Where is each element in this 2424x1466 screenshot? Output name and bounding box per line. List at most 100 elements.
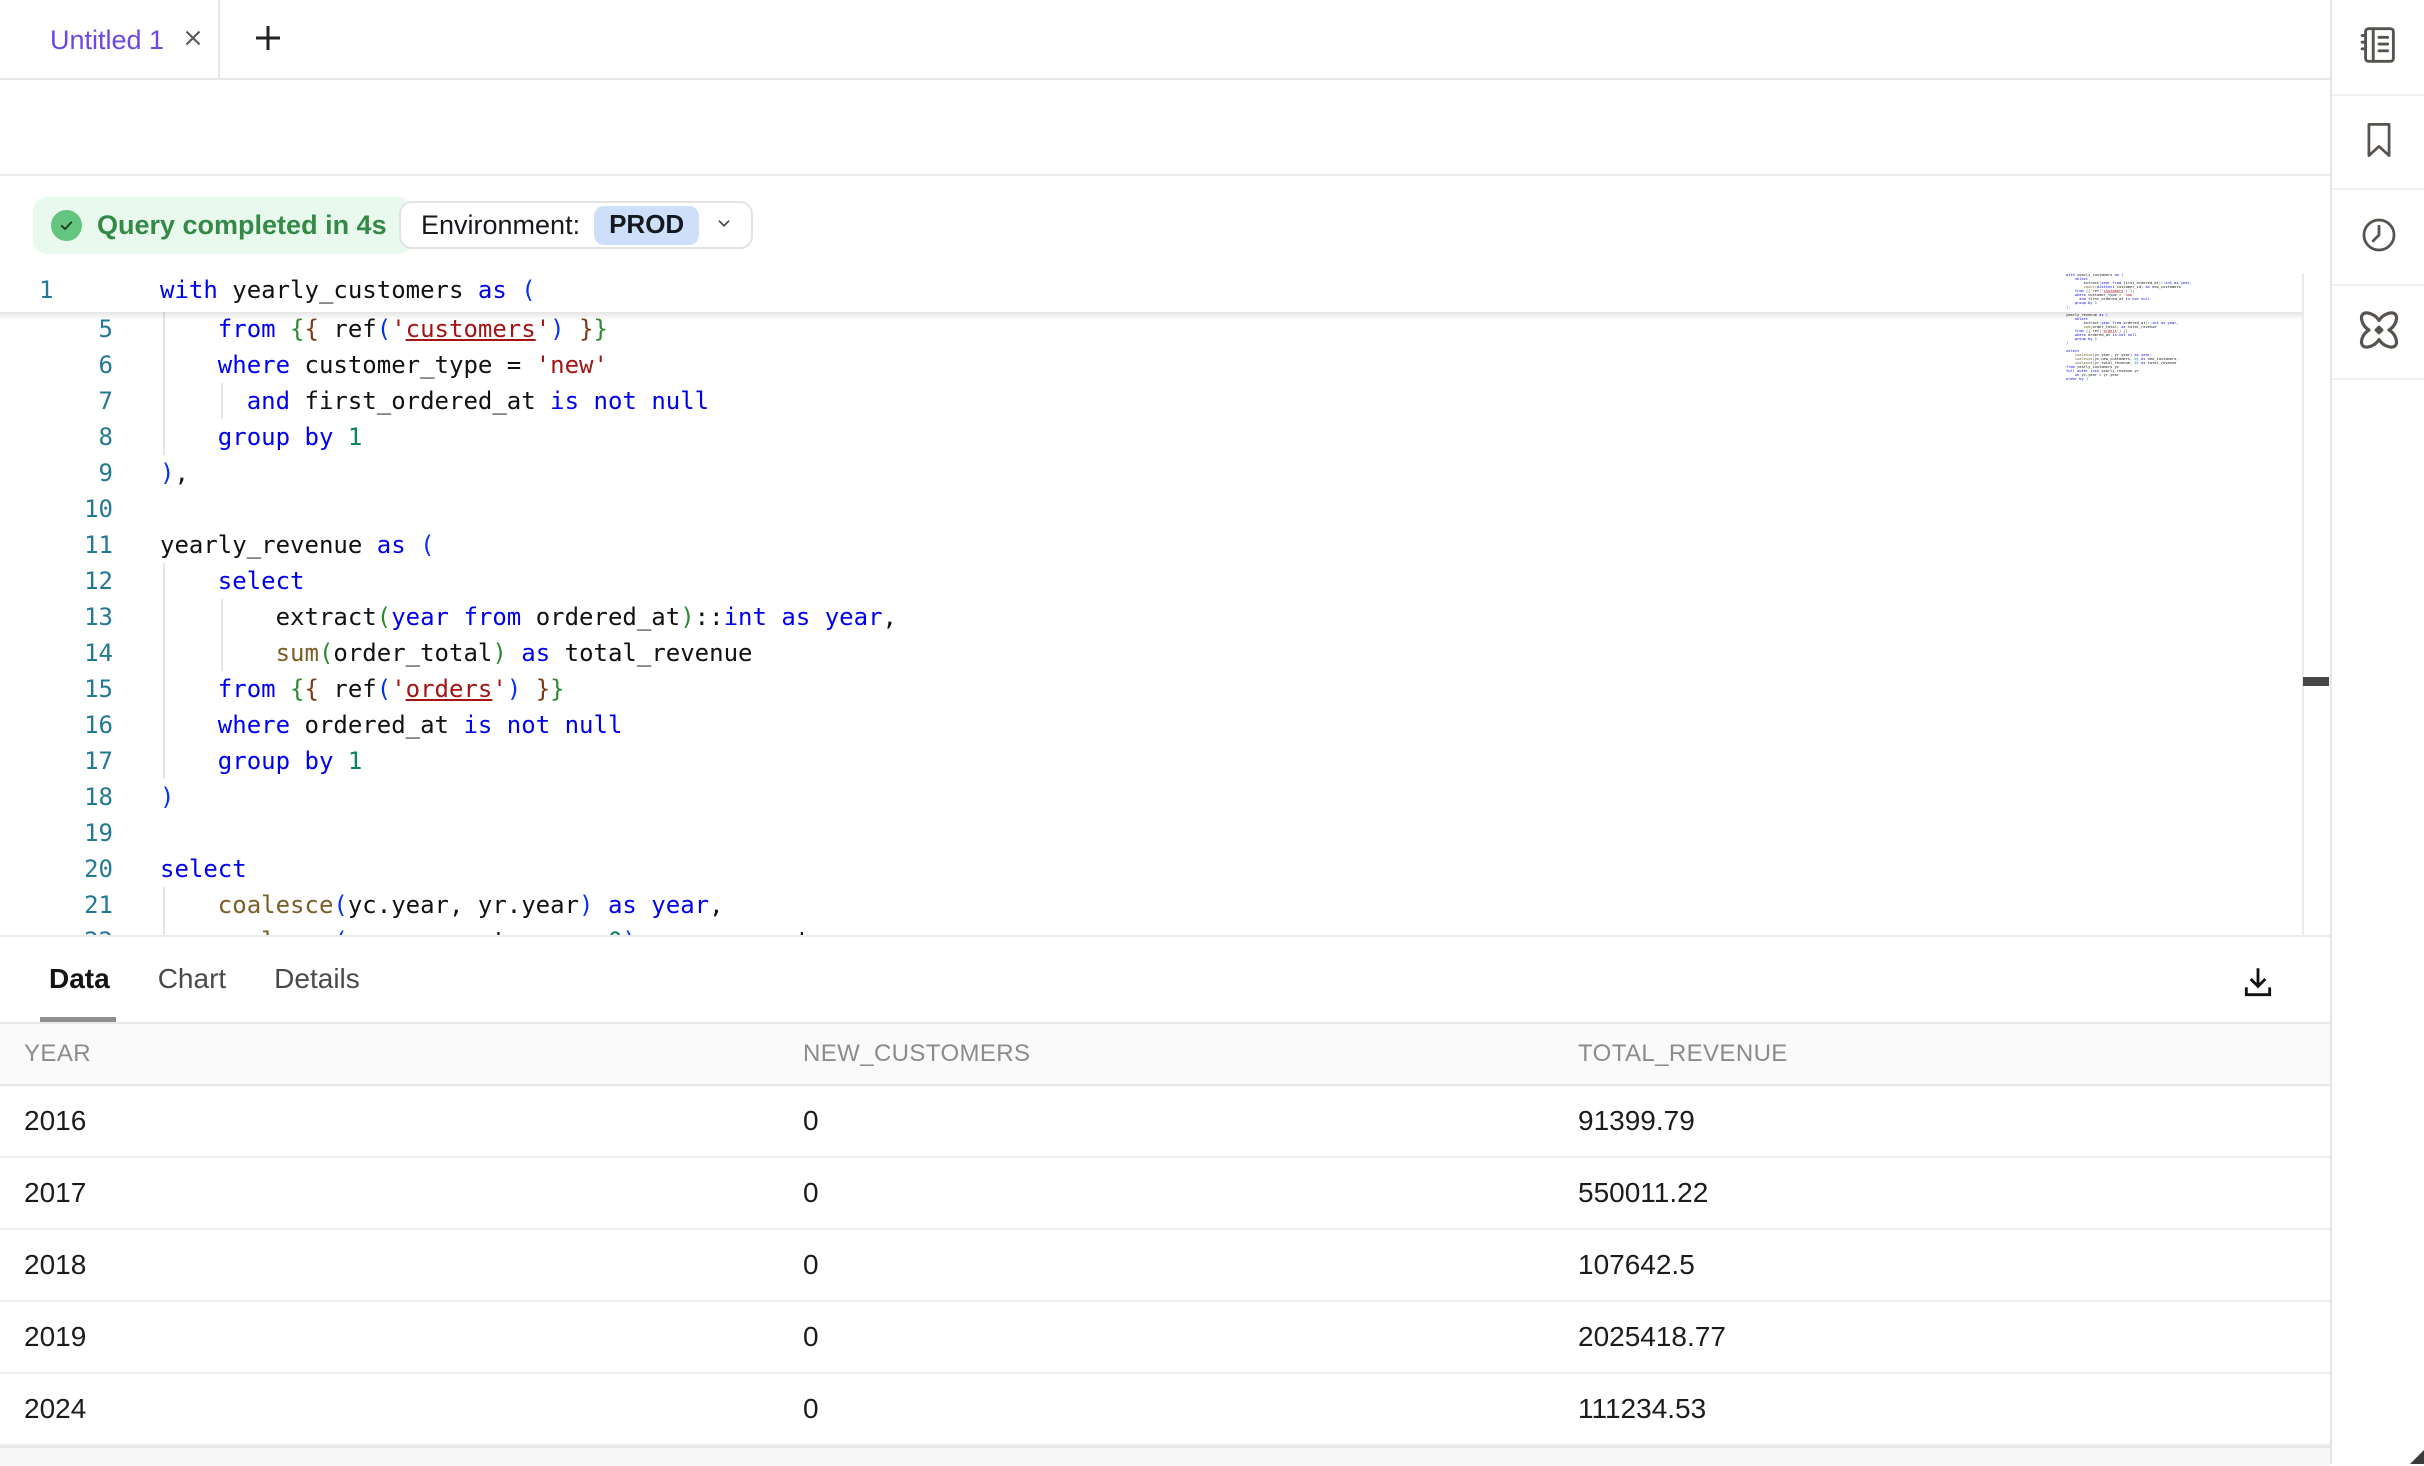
code-text: select — [160, 851, 247, 887]
line-number: 17 — [0, 743, 113, 779]
table-cell: 0 — [803, 1393, 1578, 1425]
notebook-icon — [2356, 22, 2402, 73]
table-cell: 0 — [803, 1321, 1578, 1353]
editor-minimap[interactable]: with yearly_customers as ( select extrac… — [2066, 273, 2196, 391]
table-cell: 2017 — [24, 1177, 803, 1209]
table-row[interactable]: 201902025418.77 — [0, 1302, 2330, 1374]
code-text: ), — [160, 455, 189, 491]
code-line[interactable]: 20 select — [0, 851, 2200, 887]
tab-bar: Untitled 1 — [0, 0, 2330, 80]
line-number: 19 — [0, 815, 113, 851]
ide-window: Untitled 1 Develop Run — [0, 0, 2424, 1464]
file-tab-untitled[interactable]: Untitled 1 — [0, 0, 220, 80]
line-number: 12 — [0, 563, 113, 599]
table-cell: 91399.79 — [1578, 1105, 2330, 1137]
environment-selector[interactable]: Environment: PROD — [399, 201, 753, 249]
sticky-scroll-shadow — [0, 312, 2302, 320]
code-text: group by 1 — [160, 419, 362, 455]
code-text: ) — [160, 779, 174, 815]
code-text: extract(year from ordered_at)::int as ye… — [160, 599, 897, 635]
code-line[interactable]: 12 select — [0, 563, 2200, 599]
line-number: 10 — [0, 491, 113, 527]
line-number: 8 — [0, 419, 113, 455]
code-text: with yearly_customers as ( — [160, 276, 536, 304]
query-status-text: Query completed in 4s — [97, 210, 387, 241]
code-text: from {{ ref('orders') }} — [160, 671, 565, 707]
sidebar-button-history[interactable] — [2332, 190, 2424, 286]
download-icon — [2238, 963, 2278, 1008]
editor-scrollbar-track[interactable] — [2302, 273, 2330, 935]
code-line[interactable]: 14 sum(order_total) as total_revenue — [0, 635, 2200, 671]
results-table-header: YEARNEW_CUSTOMERSTOTAL_REVENUE — [0, 1022, 2330, 1086]
environment-label: Environment: — [421, 210, 580, 241]
sidebar-button-bookmark[interactable] — [2332, 96, 2424, 190]
line-number: 16 — [0, 707, 113, 743]
line-number: 6 — [0, 347, 113, 383]
table-cell: 0 — [803, 1249, 1578, 1281]
line-number: 11 — [0, 527, 113, 563]
code-line[interactable]: 9), — [0, 455, 2200, 491]
code-line[interactable]: 15 from {{ ref('orders') }} — [0, 671, 2200, 707]
environment-value-badge: PROD — [594, 206, 699, 245]
results-tab-data[interactable]: Data — [49, 963, 110, 995]
line-number: 13 — [0, 599, 113, 635]
sticky-scroll-line[interactable]: 1with yearly_customers as ( — [0, 276, 2302, 312]
table-cell: 2025418.77 — [1578, 1321, 2330, 1353]
results-tab-details[interactable]: Details — [274, 963, 360, 995]
code-text: and first_ordered_at is not null — [160, 383, 709, 419]
table-cell: 107642.5 — [1578, 1249, 2330, 1281]
line-number: 22 — [0, 923, 113, 935]
download-results-button[interactable] — [2226, 957, 2290, 1013]
code-line[interactable]: 17 group by 1 — [0, 743, 2200, 779]
history-icon — [2357, 213, 2401, 262]
code-line[interactable]: 6 where customer_type = 'new' — [0, 347, 2200, 383]
column-header: NEW_CUSTOMERS — [803, 1040, 1578, 1068]
results-panel: Data Chart Details YEARNEW_CUSTOMERSTOTAL_… — [0, 935, 2330, 1464]
sidebar-button-notebook[interactable] — [2332, 0, 2424, 96]
window-resize-grip[interactable] — [2410, 1450, 2424, 1464]
code-text: where customer_type = 'new' — [160, 347, 608, 383]
line-number: 21 — [0, 887, 113, 923]
column-header: YEAR — [24, 1040, 803, 1068]
close-tab-icon[interactable] — [180, 25, 206, 56]
line-number: 20 — [0, 851, 113, 887]
code-text: group by 1 — [160, 743, 362, 779]
table-row[interactable]: 20170550011.22 — [0, 1158, 2330, 1230]
right-icon-sidebar — [2330, 0, 2424, 1464]
line-number: 18 — [0, 779, 113, 815]
editor-scrollbar-thumb[interactable] — [2303, 677, 2329, 686]
code-line[interactable]: 8 group by 1 — [0, 419, 2200, 455]
table-cell: 550011.22 — [1578, 1177, 2330, 1209]
sql-editor[interactable]: Query completed in 4s Environment: PROD … — [0, 176, 2330, 935]
check-circle-icon — [51, 210, 82, 241]
results-tab-chart[interactable]: Chart — [158, 963, 226, 995]
table-row[interactable]: 2016091399.79 — [0, 1086, 2330, 1158]
table-cell: 2018 — [24, 1249, 803, 1281]
query-status-badge: Query completed in 4s — [33, 197, 413, 254]
code-text: coalesce(yc.year, yr.year) as year, — [160, 887, 724, 923]
code-line[interactable]: 19 — [0, 815, 2200, 851]
column-header: TOTAL_REVENUE — [1578, 1040, 2330, 1068]
new-tab-button[interactable] — [236, 0, 300, 80]
results-table: 2016091399.7920170550011.2220180107642.5… — [0, 1086, 2330, 1446]
bookmark-icon — [2357, 118, 2401, 167]
code-line[interactable]: 18) — [0, 779, 2200, 815]
code-line[interactable]: 21 coalesce(yc.year, yr.year) as year, — [0, 887, 2200, 923]
code-text: sum(order_total) as total_revenue — [160, 635, 752, 671]
code-text: where ordered_at is not null — [160, 707, 622, 743]
code-text: yearly_revenue as ( — [160, 527, 435, 563]
code-line[interactable]: 13 extract(year from ordered_at)::int as… — [0, 599, 2200, 635]
table-row[interactable]: 20240111234.53 — [0, 1374, 2330, 1446]
file-tab-label: Untitled 1 — [50, 25, 164, 56]
code-line[interactable]: 7 and first_ordered_at is not null — [0, 383, 2200, 419]
table-cell: 111234.53 — [1578, 1393, 2330, 1425]
horizontal-scrollbar-track[interactable] — [0, 1446, 2330, 1466]
sidebar-button-dbt[interactable] — [2332, 286, 2424, 380]
line-number: 9 — [0, 455, 113, 491]
code-line[interactable]: 16 where ordered_at is not null — [0, 707, 2200, 743]
table-row[interactable]: 20180107642.5 — [0, 1230, 2330, 1302]
code-line[interactable]: 11 yearly_revenue as ( — [0, 527, 2200, 563]
results-tab-bar: Data Chart Details — [49, 963, 360, 995]
code-line[interactable]: 10 — [0, 491, 2200, 527]
code-line[interactable]: 22 coalesce(yc.new_customers, 0) as new_… — [0, 923, 2200, 935]
